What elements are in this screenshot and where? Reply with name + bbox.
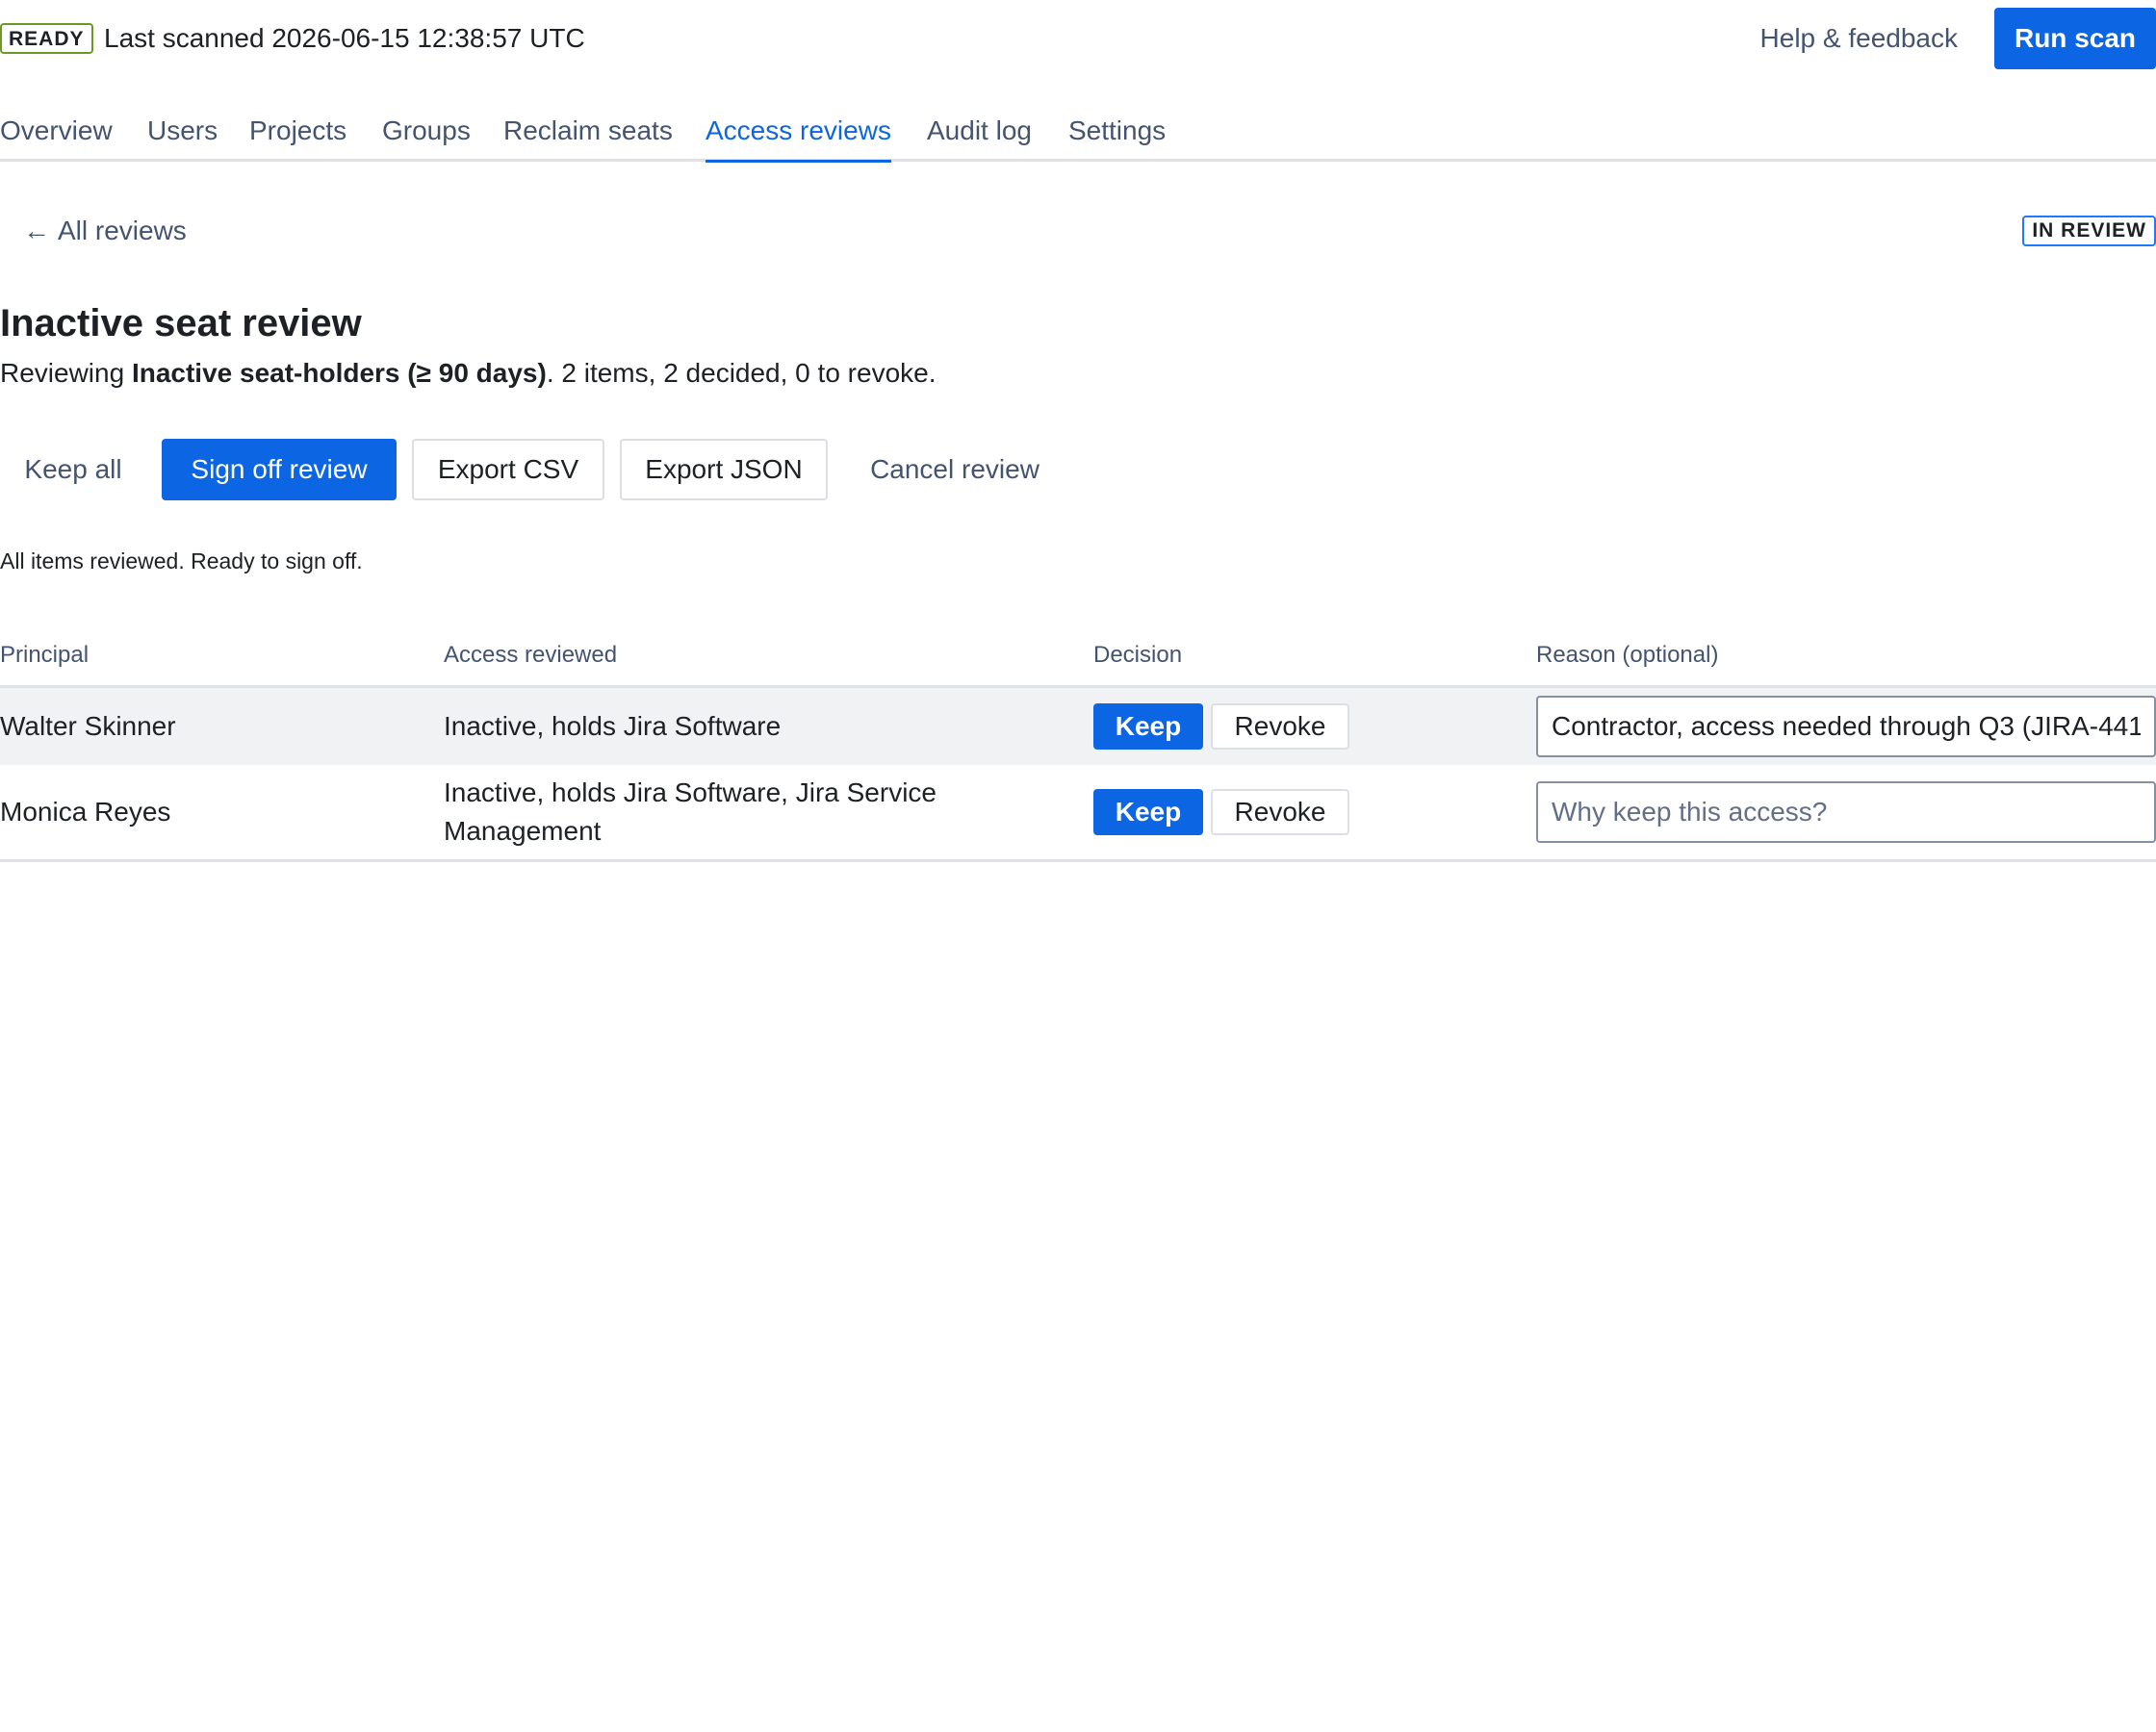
review-status-badge: IN REVIEW [2022,216,2156,246]
tab-access-reviews[interactable]: Access reviews [706,114,891,163]
table-row: Monica Reyes Inactive, holds Jira Softwa… [0,765,2156,859]
revoke-decision-button[interactable]: Revoke [1211,703,1349,750]
keep-decision-button[interactable]: Keep [1093,789,1203,835]
all-reviews-back-link[interactable]: ← All reviews [23,214,187,248]
column-header-decision: Decision [1093,642,1183,668]
tab-projects[interactable]: Projects [249,114,346,148]
main-tabs: Overview Users Projects Groups Reclaim s… [0,106,2156,163]
tab-overview[interactable]: Overview [0,114,113,148]
cancel-review-button[interactable]: Cancel review [843,439,1066,500]
principal-cell: Monica Reyes [0,797,171,827]
column-header-reason: Reason (optional) [1536,642,1719,668]
tab-groups[interactable]: Groups [382,114,471,148]
top-bar: READY Last scanned 2026-06-15 12:38:57 U… [0,8,2156,69]
page-title: Inactive seat review [0,302,362,344]
export-json-button[interactable]: Export JSON [620,439,828,500]
ready-status-badge: READY [0,23,93,54]
tab-settings[interactable]: Settings [1068,114,1166,148]
tab-audit-log[interactable]: Audit log [927,114,1032,148]
tab-reclaim-seats[interactable]: Reclaim seats [503,114,673,148]
sign-off-review-button[interactable]: Sign off review [162,439,397,500]
export-csv-button[interactable]: Export CSV [412,439,604,500]
run-scan-button[interactable]: Run scan [1994,8,2156,69]
last-scanned-text: Last scanned 2026-06-15 12:38:57 UTC [104,23,585,53]
keep-decision-button[interactable]: Keep [1093,703,1203,750]
access-reviewed-cell: Inactive, holds Jira Software [444,711,782,741]
review-info-message: All items reviewed. Ready to sign off. [0,548,363,573]
principal-cell: Walter Skinner [0,711,176,741]
column-header-access-reviewed: Access reviewed [444,642,618,668]
revoke-decision-button[interactable]: Revoke [1211,789,1349,835]
access-reviewed-cell: Inactive, holds Jira Software, Jira Serv… [444,777,937,846]
reason-input[interactable] [1536,696,2156,757]
tab-users[interactable]: Users [147,114,218,148]
table-bottom-divider [0,859,2156,862]
back-link-label: All reviews [58,216,187,245]
arrow-left-icon: ← [23,216,50,245]
help-feedback-link[interactable]: Help & feedback [1760,21,1958,56]
summary-prefix: Reviewing [0,358,132,388]
summary-counts: . 2 items, 2 decided, 0 to revoke. [546,358,937,388]
summary-scope: Inactive seat-holders (≥ 90 days) [131,358,547,388]
keep-all-button[interactable]: Keep all [0,439,146,500]
reason-input[interactable] [1536,781,2156,843]
table-row: Walter Skinner Inactive, holds Jira Soft… [0,688,2156,765]
review-summary: Reviewing Inactive seat-holders (≥ 90 da… [0,356,937,391]
column-header-principal: Principal [0,642,90,668]
